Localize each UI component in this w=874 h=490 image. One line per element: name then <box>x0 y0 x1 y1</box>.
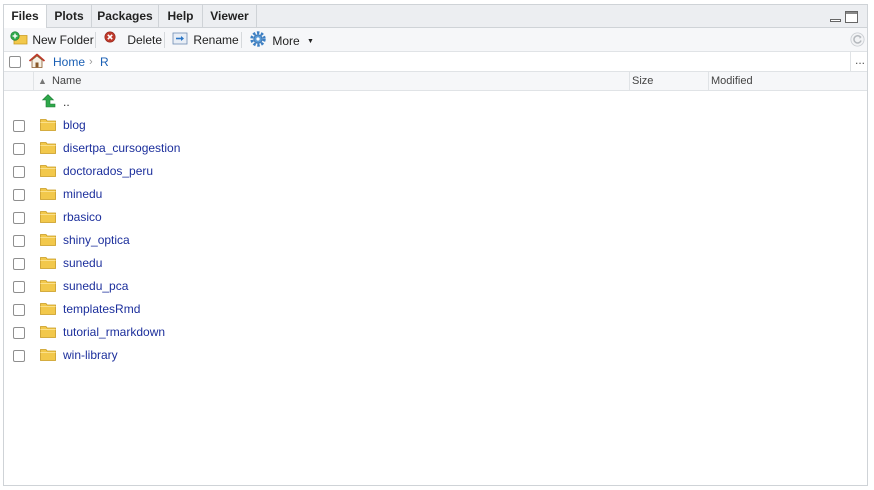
rename-button[interactable]: Rename <box>172 31 239 49</box>
folder-link[interactable]: shiny_optica <box>63 233 130 248</box>
file-row[interactable]: tutorial_rmarkdown <box>4 321 867 344</box>
file-list-header: ▲ Name Size Modified <box>4 72 867 91</box>
maximize-icon[interactable] <box>845 11 858 23</box>
folder-link[interactable]: templatesRmd <box>63 302 140 317</box>
row-checkbox[interactable] <box>13 281 25 293</box>
row-checkbox[interactable] <box>13 235 25 247</box>
files-pane: Files Plots Packages Help Viewer New Fol… <box>3 4 868 486</box>
toolbar-divider <box>241 32 242 48</box>
delete-label: Delete <box>127 33 163 47</box>
folder-icon <box>40 279 56 292</box>
toolbar-divider <box>164 32 165 48</box>
column-name[interactable]: ▲ Name <box>33 72 629 90</box>
folder-icon <box>40 141 56 154</box>
row-checkbox[interactable] <box>13 189 25 201</box>
folder-link[interactable]: minedu <box>63 187 102 202</box>
toolbar-divider <box>95 32 96 48</box>
folder-link[interactable]: tutorial_rmarkdown <box>63 325 165 340</box>
folder-link[interactable]: sunedu_pca <box>63 279 128 294</box>
file-row[interactable]: shiny_optica <box>4 229 867 252</box>
tab-help[interactable]: Help <box>159 5 203 28</box>
file-row[interactable]: sunedu_pca <box>4 275 867 298</box>
folder-link[interactable]: win-library <box>63 348 118 363</box>
more-button[interactable]: More ▼ <box>250 31 314 49</box>
file-list: .. blog disertpa_cursogestion doctorados_p… <box>4 91 867 481</box>
folder-link[interactable]: rbasico <box>63 210 102 225</box>
new-folder-icon <box>10 31 29 50</box>
folder-icon <box>40 164 56 177</box>
delete-icon <box>104 31 118 50</box>
row-checkbox[interactable] <box>13 143 25 155</box>
file-row[interactable]: minedu <box>4 183 867 206</box>
column-size[interactable]: Size <box>629 72 708 90</box>
toolbar: New Folder Delete Rename More ▼ <box>4 28 867 52</box>
folder-icon <box>40 118 56 131</box>
tab-plots[interactable]: Plots <box>47 5 92 28</box>
folder-link[interactable]: disertpa_cursogestion <box>63 141 180 156</box>
select-all-checkbox[interactable] <box>9 56 21 68</box>
folder-icon <box>40 256 56 269</box>
parent-directory-row[interactable]: .. <box>4 91 867 114</box>
row-checkbox[interactable] <box>13 120 25 132</box>
gear-icon <box>250 31 267 52</box>
row-checkbox[interactable] <box>13 327 25 339</box>
more-label: More <box>272 33 300 48</box>
folder-icon <box>40 325 56 338</box>
new-folder-button[interactable]: New Folder <box>10 31 94 49</box>
sort-ascending-icon: ▲ <box>38 76 47 86</box>
breadcrumb-separator: › <box>89 56 93 68</box>
minimize-icon[interactable] <box>829 11 842 23</box>
parent-directory-link[interactable]: .. <box>63 95 70 110</box>
folder-icon <box>40 187 56 200</box>
folder-icon <box>40 348 56 361</box>
tab-packages[interactable]: Packages <box>92 5 159 28</box>
up-arrow-icon <box>40 93 56 112</box>
file-row[interactable]: rbasico <box>4 206 867 229</box>
home-icon[interactable] <box>28 53 46 72</box>
refresh-icon[interactable] <box>850 32 865 47</box>
rename-label: Rename <box>193 33 239 47</box>
path-more-button[interactable]: ... <box>850 52 869 71</box>
folder-link[interactable]: sunedu <box>63 256 102 271</box>
tab-bar: Files Plots Packages Help Viewer <box>4 5 867 29</box>
folder-icon <box>40 233 56 246</box>
new-folder-label: New Folder <box>32 33 94 47</box>
tab-files[interactable]: Files <box>4 5 47 29</box>
delete-button[interactable]: Delete <box>104 31 162 49</box>
rename-icon <box>172 31 190 50</box>
file-row[interactable]: templatesRmd <box>4 298 867 321</box>
folder-icon <box>40 302 56 315</box>
row-checkbox[interactable] <box>13 166 25 178</box>
file-row[interactable]: doctorados_peru <box>4 160 867 183</box>
file-row[interactable]: sunedu <box>4 252 867 275</box>
row-checkbox[interactable] <box>13 304 25 316</box>
tab-viewer[interactable]: Viewer <box>203 5 257 28</box>
folder-link[interactable]: blog <box>63 118 86 133</box>
breadcrumb: Home › R ... <box>4 52 867 72</box>
folder-icon <box>40 210 56 223</box>
row-checkbox[interactable] <box>13 258 25 270</box>
row-checkbox[interactable] <box>13 350 25 362</box>
breadcrumb-current[interactable]: R <box>100 54 109 70</box>
file-row[interactable]: win-library <box>4 344 867 367</box>
file-row[interactable]: disertpa_cursogestion <box>4 137 867 160</box>
folder-link[interactable]: doctorados_peru <box>63 164 153 179</box>
chevron-down-icon: ▼ <box>307 37 314 45</box>
column-modified[interactable]: Modified <box>708 72 851 90</box>
file-row[interactable]: blog <box>4 114 867 137</box>
column-name-label: Name <box>51 75 82 87</box>
row-checkbox[interactable] <box>13 212 25 224</box>
breadcrumb-home[interactable]: Home <box>53 54 85 70</box>
